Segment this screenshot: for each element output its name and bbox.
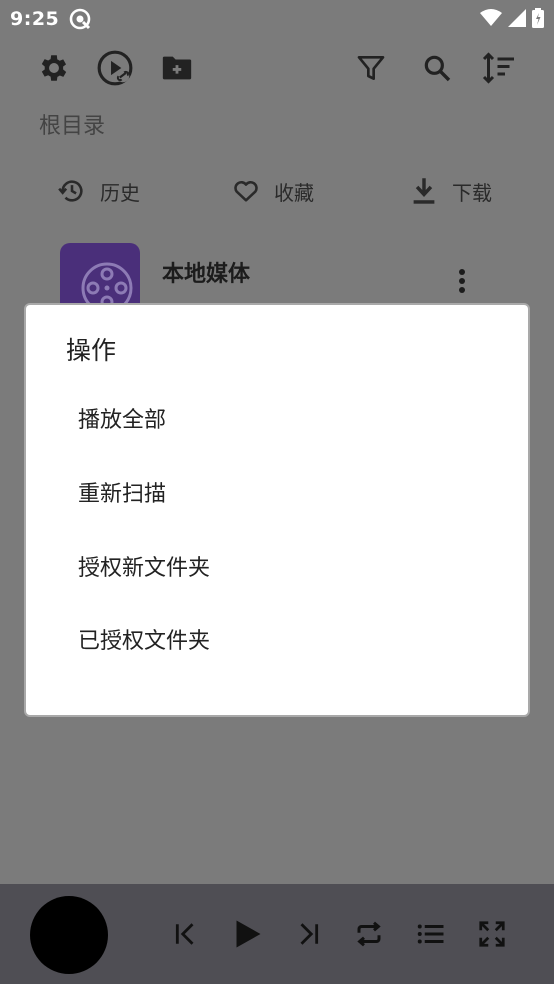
filter-button[interactable]	[351, 48, 391, 88]
skip-previous-icon	[173, 921, 199, 947]
fullscreen-icon	[477, 919, 507, 949]
repeat-icon	[354, 919, 384, 949]
album-cover[interactable]	[30, 896, 108, 974]
settings-button[interactable]	[34, 48, 74, 88]
app-root: 9:25 根目录 历史 收藏 下载 本地媒体 操作 播放全部 重新扫描 授权新文…	[0, 0, 554, 984]
status-icons	[480, 8, 544, 28]
notification-icon	[68, 7, 92, 31]
sort-icon	[481, 50, 517, 86]
downloads-label: 下载	[452, 180, 492, 205]
status-time: 9:25	[10, 8, 60, 30]
filter-icon	[355, 52, 387, 84]
add-folder-button[interactable]	[157, 48, 197, 88]
play-button[interactable]	[225, 912, 269, 956]
toolbar	[0, 44, 554, 94]
search-icon	[421, 52, 453, 84]
dialog-item-authorize-folder[interactable]: 授权新文件夹	[42, 537, 512, 595]
play-circle-link-icon	[96, 49, 134, 87]
media-title: 本地媒体	[162, 262, 251, 287]
list-icon	[416, 919, 446, 949]
more-options-button[interactable]	[448, 266, 476, 300]
fullscreen-button[interactable]	[470, 912, 514, 956]
sort-button[interactable]	[479, 48, 519, 88]
playlist-button[interactable]	[409, 912, 453, 956]
dialog-title: 操作	[66, 336, 117, 365]
gear-icon	[37, 51, 71, 85]
heart-icon	[232, 177, 260, 205]
signal-icon	[508, 9, 526, 27]
play-icon	[229, 916, 265, 952]
player-bar	[0, 884, 554, 984]
favorites-tab[interactable]: 收藏	[232, 168, 314, 214]
history-tab[interactable]: 历史	[58, 168, 140, 214]
favorites-label: 收藏	[274, 180, 314, 205]
previous-button[interactable]	[164, 912, 208, 956]
breadcrumb[interactable]: 根目录	[39, 108, 105, 140]
quick-nav: 历史 收藏 下载	[0, 168, 554, 214]
battery-icon	[532, 8, 544, 28]
next-button[interactable]	[286, 912, 330, 956]
downloads-tab[interactable]: 下载	[410, 168, 492, 214]
actions-dialog: 操作 播放全部 重新扫描 授权新文件夹 已授权文件夹	[26, 305, 528, 715]
search-button[interactable]	[417, 48, 457, 88]
history-icon	[58, 177, 86, 205]
dialog-item-authorized-folders[interactable]: 已授权文件夹	[42, 610, 512, 668]
status-bar: 9:25	[0, 0, 554, 38]
dialog-item-rescan[interactable]: 重新扫描	[42, 463, 512, 521]
dialog-item-play-all[interactable]: 播放全部	[42, 389, 512, 447]
skip-next-icon	[295, 921, 321, 947]
more-vertical-icon	[458, 268, 466, 298]
play-link-button[interactable]	[95, 48, 135, 88]
wifi-icon	[480, 9, 502, 27]
history-label: 历史	[100, 180, 140, 205]
download-icon	[410, 176, 438, 206]
repeat-button[interactable]	[347, 912, 391, 956]
folder-plus-icon	[160, 51, 194, 85]
